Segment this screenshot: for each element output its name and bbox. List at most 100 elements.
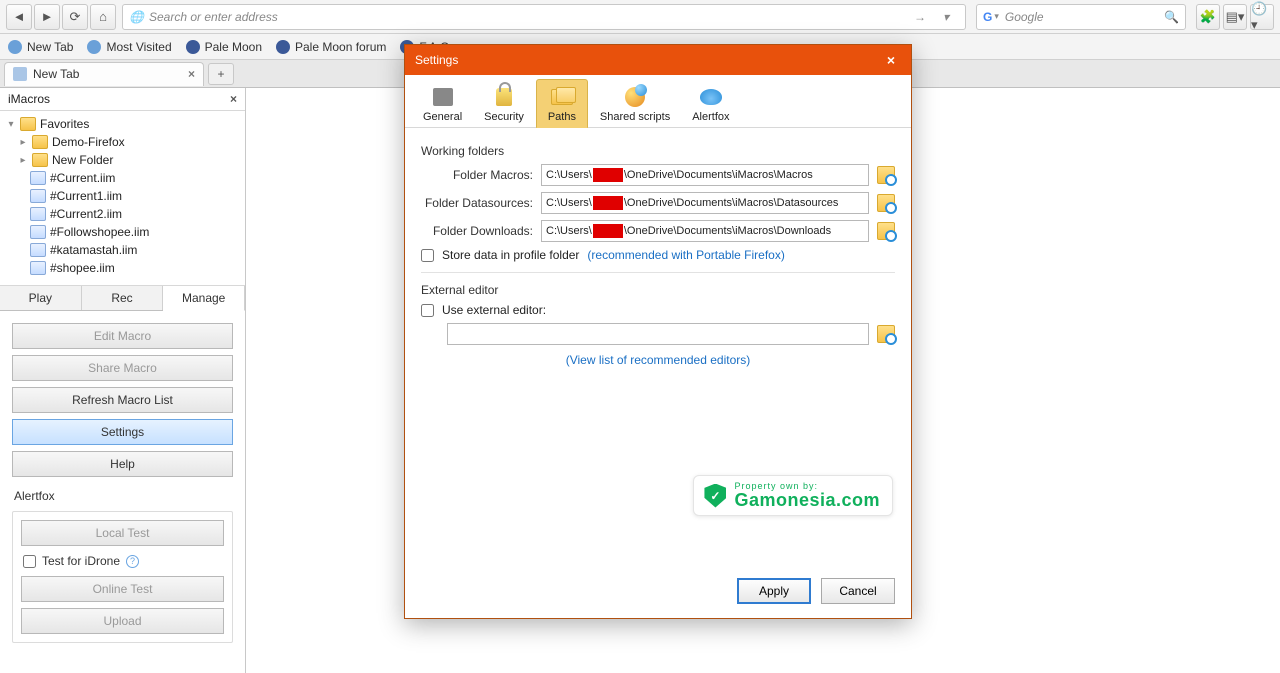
tab-rec[interactable]: Rec: [82, 286, 164, 310]
expand-icon[interactable]: ▸: [18, 155, 28, 166]
tree-file[interactable]: #Current1.iim: [0, 187, 245, 205]
cancel-button[interactable]: Cancel: [821, 578, 895, 604]
sidebar-header: iMacros ×: [0, 88, 245, 111]
bookmark-pale-moon[interactable]: Pale Moon: [186, 40, 262, 54]
macro-file-icon: [30, 189, 46, 203]
back-button[interactable]: ◄: [6, 4, 32, 30]
store-profile-label: Store data in profile folder: [442, 248, 579, 262]
dialog-tabs: General Security Paths Shared scripts Al…: [405, 75, 911, 128]
bookmark-most-visited[interactable]: Most Visited: [87, 40, 171, 54]
folder-icon: [20, 117, 36, 131]
search-bar[interactable]: G ▾ Google 🔍: [976, 4, 1186, 30]
alertfox-label: Alertfox: [12, 489, 233, 503]
redacted-user: [593, 224, 623, 238]
dialog-tab-security[interactable]: Security: [474, 79, 534, 127]
help-icon[interactable]: ?: [126, 555, 139, 568]
sidebar-mode-tabs: Play Rec Manage: [0, 286, 245, 311]
bookmarks-menu-button[interactable]: ▤▾: [1223, 4, 1247, 30]
tree-root-favorites[interactable]: ▾Favorites: [0, 115, 245, 133]
tree-file[interactable]: #shopee.iim: [0, 259, 245, 277]
tree-folder[interactable]: ▸New Folder: [0, 151, 245, 169]
folder-datasources-input[interactable]: C:\Users\\OneDrive\Documents\iMacros\Dat…: [541, 192, 869, 214]
toolbar-extras: 🧩 ▤▾ 🕘▾: [1196, 4, 1274, 30]
store-profile-checkbox[interactable]: [421, 249, 434, 262]
close-tab-icon[interactable]: ×: [188, 67, 195, 81]
tree-file[interactable]: #katamastah.iim: [0, 241, 245, 259]
folder-macros-row: Folder Macros: C:\Users\\OneDrive\Docume…: [421, 164, 895, 186]
folder-macros-input[interactable]: C:\Users\\OneDrive\Documents\iMacros\Mac…: [541, 164, 869, 186]
globe-icon: [87, 40, 101, 54]
globe-icon: [8, 40, 22, 54]
tree-file[interactable]: #Followshopee.iim: [0, 223, 245, 241]
portable-firefox-link[interactable]: (recommended with Portable Firefox): [587, 248, 784, 262]
redacted-user: [593, 196, 623, 210]
dialog-tab-shared[interactable]: Shared scripts: [590, 79, 680, 127]
settings-button[interactable]: Settings: [12, 419, 233, 445]
dialog-tab-alertfox[interactable]: Alertfox: [682, 79, 739, 127]
macro-file-icon: [30, 171, 46, 185]
macro-file-icon: [30, 261, 46, 275]
search-icon[interactable]: 🔍: [1164, 10, 1179, 24]
folder-downloads-input[interactable]: C:\Users\\OneDrive\Documents\iMacros\Dow…: [541, 220, 869, 242]
sliders-icon: [433, 88, 453, 106]
reload-button[interactable]: ⟳: [62, 4, 88, 30]
url-bar[interactable]: 🌐 Search or enter address → ▾: [122, 4, 966, 30]
search-engine-dropdown-icon[interactable]: ▾: [994, 11, 999, 22]
close-dialog-icon[interactable]: ×: [881, 52, 901, 68]
upload-button[interactable]: Upload: [21, 608, 224, 634]
tab-title: New Tab: [33, 67, 79, 81]
expand-icon[interactable]: ▸: [18, 137, 28, 148]
globe-icon: 🌐: [129, 10, 143, 24]
dialog-titlebar: Settings ×: [405, 45, 911, 75]
bookmark-new-tab[interactable]: New Tab: [8, 40, 73, 54]
dialog-tab-paths[interactable]: Paths: [536, 79, 588, 128]
browse-macros-icon[interactable]: [877, 166, 895, 184]
history-menu-button[interactable]: 🕘▾: [1250, 4, 1274, 30]
use-external-checkbox[interactable]: [421, 304, 434, 317]
forward-button[interactable]: ►: [34, 4, 60, 30]
tree-file[interactable]: #Current2.iim: [0, 205, 245, 223]
recommended-editors-link[interactable]: (View list of recommended editors): [421, 353, 895, 367]
use-external-label: Use external editor:: [442, 303, 546, 317]
url-dropdown-icon[interactable]: ▾: [939, 10, 953, 24]
close-sidebar-icon[interactable]: ×: [230, 92, 237, 106]
tree-file[interactable]: #Current.iim: [0, 169, 245, 187]
lock-icon: [496, 88, 512, 106]
tree-folder[interactable]: ▸Demo-Firefox: [0, 133, 245, 151]
browse-datasources-icon[interactable]: [877, 194, 895, 212]
page-icon: [13, 67, 27, 81]
divider: [421, 272, 895, 273]
refresh-macro-list-button[interactable]: Refresh Macro List: [12, 387, 233, 413]
folders-icon: [551, 89, 573, 105]
tab-new-tab[interactable]: New Tab ×: [4, 62, 204, 86]
dialog-title: Settings: [415, 53, 458, 67]
help-button[interactable]: Help: [12, 451, 233, 477]
expand-icon[interactable]: ▾: [6, 119, 16, 130]
home-button[interactable]: ⌂: [90, 4, 116, 30]
working-folders-label: Working folders: [421, 144, 895, 158]
moon-icon: [276, 40, 290, 54]
store-profile-row: Store data in profile folder (recommende…: [421, 248, 895, 262]
edit-macro-button[interactable]: Edit Macro: [12, 323, 233, 349]
dialog-tab-general[interactable]: General: [413, 79, 472, 127]
local-test-button[interactable]: Local Test: [21, 520, 224, 546]
new-tab-button[interactable]: +: [208, 63, 234, 85]
folder-icon: [32, 153, 48, 167]
users-icon: [625, 87, 645, 107]
tab-manage[interactable]: Manage: [163, 286, 245, 311]
online-test-button[interactable]: Online Test: [21, 576, 224, 602]
extension-icon[interactable]: 🧩: [1196, 4, 1220, 30]
macro-file-icon: [30, 225, 46, 239]
tab-play[interactable]: Play: [0, 286, 82, 310]
folder-downloads-label: Folder Downloads:: [421, 224, 533, 238]
bookmark-pale-moon-forum[interactable]: Pale Moon forum: [276, 40, 386, 54]
search-placeholder: Google: [1005, 10, 1044, 24]
test-idrone-checkbox[interactable]: [23, 555, 36, 568]
browse-downloads-icon[interactable]: [877, 222, 895, 240]
apply-button[interactable]: Apply: [737, 578, 811, 604]
share-macro-button[interactable]: Share Macro: [12, 355, 233, 381]
browse-editor-icon[interactable]: [877, 325, 895, 343]
folder-datasources-row: Folder Datasources: C:\Users\\OneDrive\D…: [421, 192, 895, 214]
go-arrow-icon[interactable]: →: [913, 10, 927, 24]
external-editor-input[interactable]: [447, 323, 869, 345]
